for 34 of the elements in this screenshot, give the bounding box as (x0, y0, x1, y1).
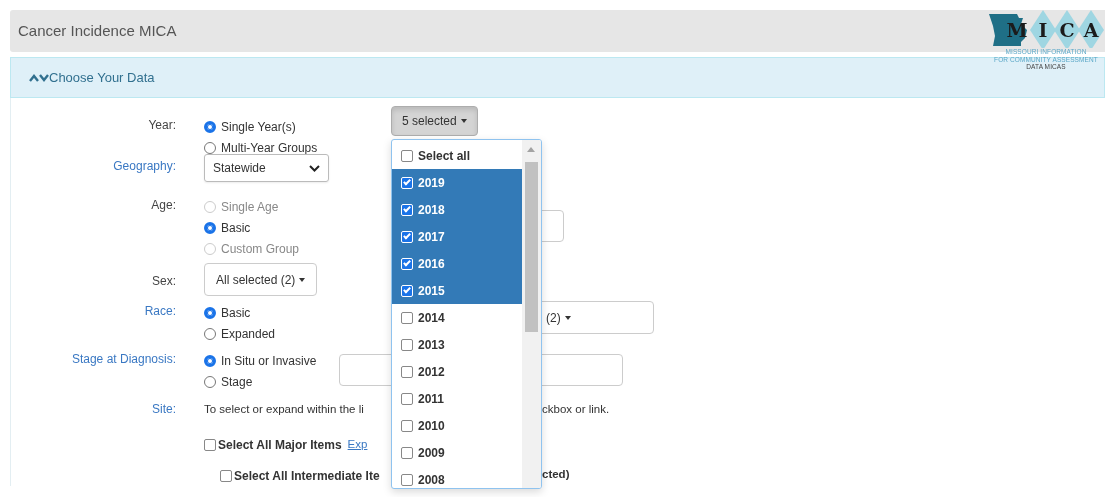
list-option[interactable]: 2015 (392, 277, 522, 304)
item-text: cted) (542, 468, 570, 481)
field-label-link[interactable]: Stage at Diagnosis: (11, 350, 176, 368)
list-option[interactable]: 2010 (392, 412, 522, 439)
chevron-down-icon (309, 164, 320, 172)
list-option[interactable]: 2009 (392, 439, 522, 466)
list-option[interactable]: 2019 (392, 169, 522, 196)
field-label: Age: (150, 197, 176, 214)
dropdown-button[interactable]: All selected (2) (204, 263, 318, 296)
geography-select[interactable]: Statewide (204, 154, 329, 182)
list-option[interactable]: Select all (392, 142, 522, 169)
instruction-text: To select or expand within the li (204, 403, 364, 415)
radio-option[interactable]: Single Year(s) (204, 116, 391, 137)
list-option[interactable]: 2016 (392, 250, 522, 277)
scrollbar[interactable] (522, 140, 541, 488)
panel-title: Choose Your Data (49, 68, 155, 87)
list-option[interactable]: 2008 (392, 466, 522, 488)
radio-option[interactable]: Stage (204, 371, 339, 392)
field-label: Year: (147, 117, 176, 134)
radio-option[interactable]: In Situ or Invasive (204, 350, 339, 371)
list-option[interactable]: 2018 (392, 196, 522, 223)
field-label: Sex: (151, 273, 176, 290)
expand-link[interactable]: Exp (347, 436, 368, 454)
list-option[interactable]: 2011 (392, 385, 522, 412)
field-label-link[interactable]: Geography: (11, 157, 176, 175)
list-option[interactable]: 2017 (392, 223, 522, 250)
page-title: Cancer Incidence MICA (18, 20, 177, 41)
multiselect-button[interactable]: 5 selected (391, 106, 478, 136)
select-all-checkbox[interactable]: Select All Major Items (204, 434, 342, 456)
select-all-checkbox[interactable]: Select All Intermediate Ite (220, 465, 380, 487)
instruction-text: ckbox or link. (542, 403, 610, 415)
field-label-link[interactable]: Site: (11, 400, 176, 418)
list-option[interactable]: 2012 (392, 358, 522, 385)
field-label-link[interactable]: Race: (11, 302, 176, 320)
